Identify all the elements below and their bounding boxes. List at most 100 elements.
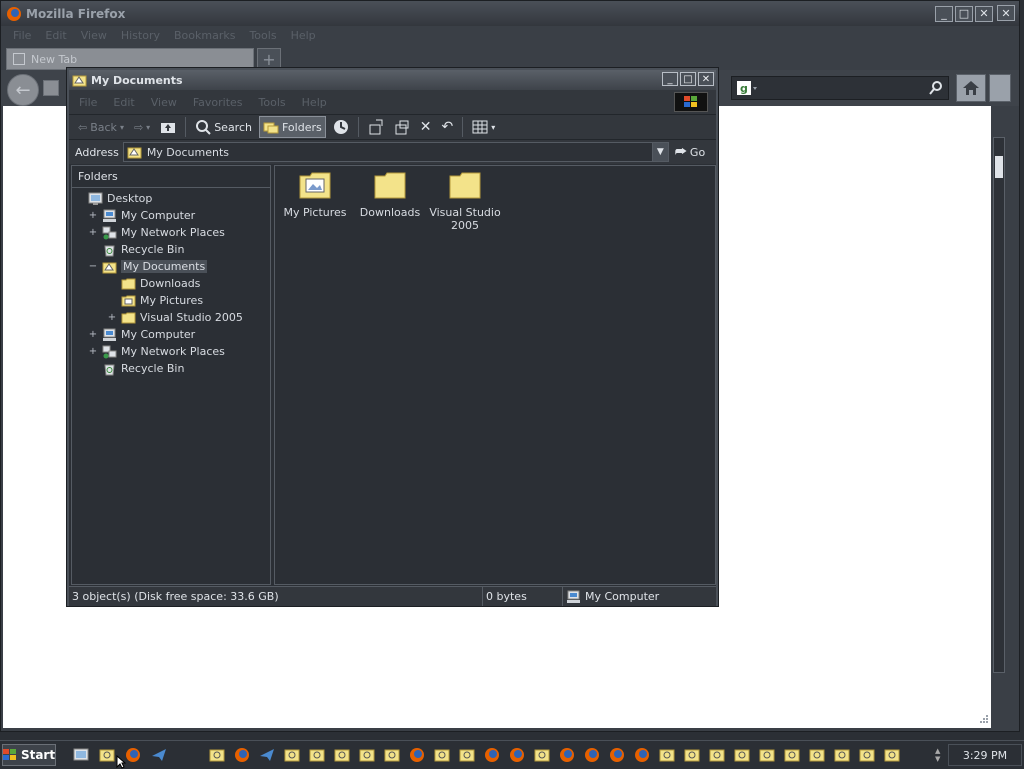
- views-button[interactable]: ▾: [469, 116, 498, 138]
- menu-file[interactable]: File: [13, 29, 31, 42]
- menu-file[interactable]: File: [79, 96, 97, 109]
- folders-button[interactable]: Folders: [258, 116, 326, 138]
- file-list-view[interactable]: My Pictures Downloads Visual Studio 2005: [274, 165, 716, 585]
- back-button[interactable]: ⇦ Back ▾: [75, 116, 127, 138]
- tree-item-my-computer[interactable]: + My Computer: [74, 326, 195, 343]
- explorer-quicklaunch-icon[interactable]: [96, 744, 118, 766]
- scrollbar-thumb[interactable]: [995, 156, 1003, 178]
- task-explorer-icon[interactable]: [781, 744, 803, 766]
- chevron-down-icon[interactable]: ▾: [120, 123, 124, 132]
- task-explorer-icon[interactable]: [731, 744, 753, 766]
- file-item-downloads[interactable]: Downloads: [353, 170, 427, 219]
- address-input[interactable]: My Documents ▼: [122, 142, 669, 162]
- explorer-title-bar[interactable]: My Documents _ □ ✕: [69, 70, 716, 90]
- tree-item-recycle-bin[interactable]: Recycle Bin: [74, 360, 184, 377]
- menu-tools[interactable]: Tools: [249, 29, 276, 42]
- expand-plus-icon[interactable]: +: [88, 227, 98, 238]
- clock[interactable]: 3:29 PM: [963, 749, 1007, 762]
- task-explorer-icon[interactable]: [206, 744, 228, 766]
- expand-plus-icon[interactable]: +: [107, 312, 117, 323]
- task-explorer-icon[interactable]: [281, 744, 303, 766]
- forward-button[interactable]: ⇨ ▾: [131, 116, 153, 138]
- task-explorer-icon[interactable]: [656, 744, 678, 766]
- tree-item-my-network-places[interactable]: + My Network Places: [74, 343, 225, 360]
- task-explorer-icon[interactable]: [531, 744, 553, 766]
- toolbar-overflow-button[interactable]: [989, 74, 1011, 102]
- history-button[interactable]: [330, 116, 352, 138]
- file-item-my-pictures[interactable]: My Pictures: [278, 170, 352, 219]
- menu-bookmarks[interactable]: Bookmarks: [174, 29, 235, 42]
- explorer-minimize-button[interactable]: _: [662, 72, 678, 86]
- task-explorer-icon[interactable]: [431, 744, 453, 766]
- explorer-close-button[interactable]: ✕: [698, 72, 714, 86]
- delete-button[interactable]: ✕: [417, 116, 435, 138]
- task-explorer-icon[interactable]: [681, 744, 703, 766]
- task-firefox-icon[interactable]: [581, 744, 603, 766]
- task-messenger-icon[interactable]: [256, 744, 278, 766]
- menu-favorites[interactable]: Favorites: [193, 96, 243, 109]
- tree-item-recycle-bin[interactable]: Recycle Bin: [74, 241, 184, 258]
- menu-edit[interactable]: Edit: [45, 29, 66, 42]
- menu-edit[interactable]: Edit: [113, 96, 134, 109]
- close-button-outer[interactable]: ✕: [997, 5, 1015, 21]
- search-button[interactable]: Search: [192, 116, 255, 138]
- start-button[interactable]: Start: [2, 744, 56, 766]
- chevron-down-icon[interactable]: ▾: [491, 123, 495, 132]
- task-firefox-icon[interactable]: [506, 744, 528, 766]
- task-firefox-icon[interactable]: [556, 744, 578, 766]
- undo-button[interactable]: ↶: [438, 116, 456, 138]
- minimize-button[interactable]: _: [935, 5, 953, 22]
- task-explorer-icon[interactable]: [331, 744, 353, 766]
- task-explorer-icon[interactable]: [856, 744, 878, 766]
- menu-view[interactable]: View: [81, 29, 107, 42]
- expand-plus-icon[interactable]: +: [88, 329, 98, 340]
- expand-plus-icon[interactable]: +: [88, 346, 98, 357]
- task-explorer-icon[interactable]: [756, 744, 778, 766]
- file-item-visual-studio-2005[interactable]: Visual Studio 2005: [428, 170, 502, 232]
- tree-item-my-network-places[interactable]: + My Network Places: [74, 224, 225, 241]
- collapse-minus-icon[interactable]: −: [88, 261, 98, 272]
- task-firefox-icon[interactable]: [631, 744, 653, 766]
- task-explorer-icon[interactable]: [456, 744, 478, 766]
- new-tab-button[interactable]: +: [257, 48, 281, 70]
- back-button[interactable]: ←: [7, 74, 39, 106]
- search-bar[interactable]: g: [731, 76, 949, 100]
- show-desktop-icon[interactable]: [70, 744, 92, 766]
- task-firefox-icon[interactable]: [606, 744, 628, 766]
- task-explorer-icon[interactable]: [806, 744, 828, 766]
- google-search-engine-icon[interactable]: g: [736, 80, 758, 96]
- magnifier-search-icon[interactable]: [928, 80, 944, 96]
- menu-help[interactable]: Help: [302, 96, 327, 109]
- up-folder-button[interactable]: [157, 116, 179, 138]
- tree-item-my-computer[interactable]: + My Computer: [74, 207, 195, 224]
- task-explorer-icon[interactable]: [881, 744, 903, 766]
- explorer-maximize-button[interactable]: □: [680, 72, 696, 86]
- tree-item-desktop[interactable]: Desktop: [74, 190, 152, 207]
- menu-help[interactable]: Help: [291, 29, 316, 42]
- menu-history[interactable]: History: [121, 29, 160, 42]
- task-explorer-icon[interactable]: [381, 744, 403, 766]
- vertical-scrollbar[interactable]: [993, 137, 1005, 673]
- tree-item-visual-studio-2005[interactable]: + Visual Studio 2005: [93, 309, 243, 326]
- chevron-down-icon[interactable]: ▼: [935, 755, 945, 763]
- chevron-up-icon[interactable]: ▲: [935, 747, 945, 755]
- maximize-button[interactable]: □: [955, 5, 973, 22]
- tab-new-tab[interactable]: New Tab: [6, 48, 254, 70]
- copy-to-button[interactable]: [391, 116, 413, 138]
- task-explorer-icon[interactable]: [831, 744, 853, 766]
- firefox-title-bar[interactable]: Mozilla Firefox _ □ ✕ ✕: [1, 1, 1019, 26]
- task-firefox-icon[interactable]: [481, 744, 503, 766]
- move-to-button[interactable]: [365, 116, 387, 138]
- menu-tools[interactable]: Tools: [259, 96, 286, 109]
- expand-plus-icon[interactable]: +: [88, 210, 98, 221]
- task-explorer-icon[interactable]: [706, 744, 728, 766]
- task-explorer-icon[interactable]: [306, 744, 328, 766]
- close-button[interactable]: ✕: [975, 5, 993, 22]
- task-explorer-icon[interactable]: [356, 744, 378, 766]
- task-firefox-icon[interactable]: [406, 744, 428, 766]
- url-identity-icon[interactable]: [43, 80, 59, 96]
- task-firefox-icon[interactable]: [231, 744, 253, 766]
- tree-item-my-pictures[interactable]: My Pictures: [93, 292, 203, 309]
- chevron-down-icon[interactable]: ▾: [146, 123, 150, 132]
- taskbar-scroll-arrows[interactable]: ▲ ▼: [935, 744, 945, 766]
